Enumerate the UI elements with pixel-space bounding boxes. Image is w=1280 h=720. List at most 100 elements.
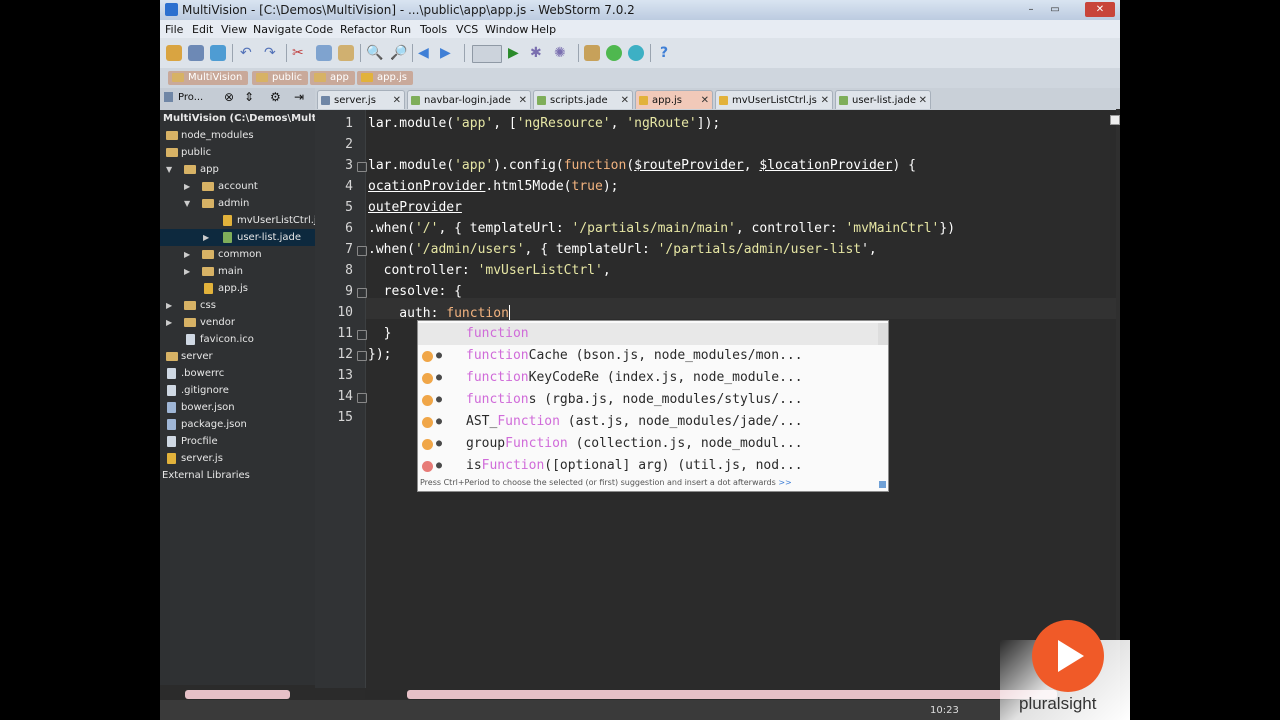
tab-user-list-jade[interactable]: user-list.jade ✕ <box>835 90 931 109</box>
save-icon[interactable] <box>188 45 204 61</box>
close-tab-icon[interactable]: ✕ <box>919 91 927 110</box>
tree-item-common[interactable]: ▶ common <box>160 246 315 263</box>
breadcrumb-item[interactable]: MultiVision <box>168 71 249 85</box>
debug-icon[interactable]: ✱ <box>530 44 542 62</box>
chevron-right-icon[interactable]: ▶ <box>166 297 172 314</box>
chevron-right-icon[interactable]: ▶ <box>203 229 209 246</box>
tree-item-user-list-jade[interactable]: ▶ user-list.jade <box>160 229 315 246</box>
tree-item-gitignore[interactable]: .gitignore <box>160 382 315 399</box>
menu-refactor[interactable]: Refactor <box>340 23 386 36</box>
settings-icon[interactable] <box>584 45 600 61</box>
completion-item[interactable]: ● groupFunction (collection.js, node_mod… <box>418 433 888 455</box>
tree-item-server[interactable]: server <box>160 348 315 365</box>
close-tab-icon[interactable]: ✕ <box>519 91 527 110</box>
project-view-selector[interactable]: Pro... <box>178 92 203 103</box>
inspection-status-icon[interactable] <box>1110 115 1120 125</box>
copy-icon[interactable] <box>316 45 332 61</box>
menu-window[interactable]: Window <box>485 23 528 36</box>
web-browser-icon[interactable] <box>628 45 644 61</box>
menu-run[interactable]: Run <box>390 23 411 36</box>
completion-item[interactable]: ● functionCache (bson.js, node_modules/m… <box>418 345 888 367</box>
open-folder-icon[interactable] <box>166 45 182 61</box>
fold-marker[interactable] <box>357 246 367 256</box>
chevron-down-icon[interactable]: ▼ <box>166 161 172 178</box>
completion-hint-link[interactable]: >> <box>778 478 791 487</box>
fold-marker[interactable] <box>357 393 367 403</box>
breadcrumb-item[interactable]: public <box>252 71 309 85</box>
popup-scrollbar[interactable] <box>878 323 888 345</box>
tab-mvuserlistctrl-js[interactable]: mvUserListCtrl.js ✕ <box>715 90 833 109</box>
completion-item[interactable]: ● AST_Function (ast.js, node_modules/jad… <box>418 411 888 433</box>
help-icon[interactable]: ? <box>660 44 668 62</box>
breadcrumb-item[interactable]: app <box>310 71 355 85</box>
hide-panel-icon[interactable]: ⇥ <box>294 90 304 104</box>
menu-navigate[interactable]: Navigate <box>253 23 302 36</box>
tree-item-node-modules[interactable]: node_modules <box>160 127 315 144</box>
tree-root[interactable]: MultiVision (C:\Demos\MultiVisio <box>160 110 347 127</box>
close-tab-icon[interactable]: ✕ <box>701 91 709 110</box>
fold-marker[interactable] <box>357 162 367 172</box>
tree-item-bower-json[interactable]: bower.json <box>160 399 315 416</box>
close-button[interactable]: ✕ <box>1085 2 1115 17</box>
tree-item-main[interactable]: ▶ main <box>160 263 315 280</box>
tree-item-app-js[interactable]: app.js <box>160 280 315 297</box>
tab-server-js[interactable]: server.js ✕ <box>317 90 405 109</box>
find-icon[interactable]: 🔍 <box>366 44 383 62</box>
tree-item-bowerrc[interactable]: .bowerrc <box>160 365 315 382</box>
fold-marker[interactable] <box>357 288 367 298</box>
tree-item-package-json[interactable]: package.json <box>160 416 315 433</box>
close-tab-icon[interactable]: ✕ <box>821 91 829 110</box>
tab-app-js[interactable]: app.js ✕ <box>635 90 713 109</box>
completion-item[interactable]: ● isFunction([optional] arg) (util.js, n… <box>418 455 888 477</box>
chevron-down-icon[interactable]: ▼ <box>184 195 190 212</box>
tab-scripts-jade[interactable]: scripts.jade ✕ <box>533 90 633 109</box>
chevron-right-icon[interactable]: ▶ <box>184 246 190 263</box>
tree-item-favicon[interactable]: favicon.ico <box>160 331 315 348</box>
minimize-button[interactable]: – <box>1020 2 1042 17</box>
close-tab-icon[interactable]: ✕ <box>621 91 629 110</box>
menu-vcs[interactable]: VCS <box>456 23 478 36</box>
forward-icon[interactable]: ▶ <box>440 44 451 62</box>
chevron-right-icon[interactable]: ▶ <box>166 314 172 331</box>
tree-item-mvuserlistctrl-js[interactable]: mvUserListCtrl.js <box>160 212 322 229</box>
undo-icon[interactable]: ↶ <box>240 44 252 62</box>
maximize-button[interactable]: ▭ <box>1044 2 1066 17</box>
redo-icon[interactable]: ↷ <box>264 44 276 62</box>
completion-item[interactable]: ● functionKeyCodeRe (index.js, node_modu… <box>418 367 888 389</box>
menu-tools[interactable]: Tools <box>420 23 447 36</box>
tab-navbar-login-jade[interactable]: navbar-login.jade ✕ <box>407 90 531 109</box>
fold-marker[interactable] <box>357 351 367 361</box>
fold-marker[interactable] <box>357 330 367 340</box>
tree-item-vendor[interactable]: ▶ vendor <box>160 314 315 331</box>
editor-scrollbar[interactable] <box>1116 109 1120 690</box>
run-config-dropdown[interactable] <box>472 45 502 63</box>
paste-icon[interactable] <box>338 45 354 61</box>
tree-item-css[interactable]: ▶ css <box>160 297 315 314</box>
plugin-icon[interactable] <box>606 45 622 61</box>
tree-item-admin[interactable]: ▼ admin <box>160 195 315 212</box>
resize-handle-icon[interactable] <box>879 481 886 488</box>
close-tab-icon[interactable]: ✕ <box>393 91 401 110</box>
chevron-right-icon[interactable]: ▶ <box>184 178 190 195</box>
menu-edit[interactable]: Edit <box>192 23 213 36</box>
coverage-icon[interactable]: ✺ <box>554 44 566 62</box>
sync-icon[interactable] <box>210 45 226 61</box>
replace-icon[interactable]: 🔎 <box>390 44 407 62</box>
tree-horizontal-scrollbar[interactable] <box>185 690 290 699</box>
menu-file[interactable]: File <box>165 23 183 36</box>
menu-view[interactable]: View <box>221 23 247 36</box>
chevron-right-icon[interactable]: ▶ <box>184 263 190 280</box>
completion-item[interactable]: function <box>418 323 888 345</box>
tree-item-procfile[interactable]: Procfile <box>160 433 315 450</box>
tree-item-public[interactable]: public <box>160 144 315 161</box>
cut-icon[interactable]: ✂ <box>292 44 304 62</box>
tree-item-app[interactable]: ▼ app <box>160 161 315 178</box>
run-icon[interactable]: ▶ <box>508 44 519 62</box>
gear-icon[interactable]: ⚙ <box>270 90 281 104</box>
breadcrumb-item[interactable]: app.js <box>357 71 413 85</box>
back-icon[interactable]: ◀ <box>418 44 429 62</box>
tree-item-server-js[interactable]: server.js <box>160 450 315 467</box>
completion-item[interactable]: ● functions (rgba.js, node_modules/stylu… <box>418 389 888 411</box>
scrollbar-thumb[interactable] <box>407 690 1057 699</box>
menu-code[interactable]: Code <box>305 23 333 36</box>
